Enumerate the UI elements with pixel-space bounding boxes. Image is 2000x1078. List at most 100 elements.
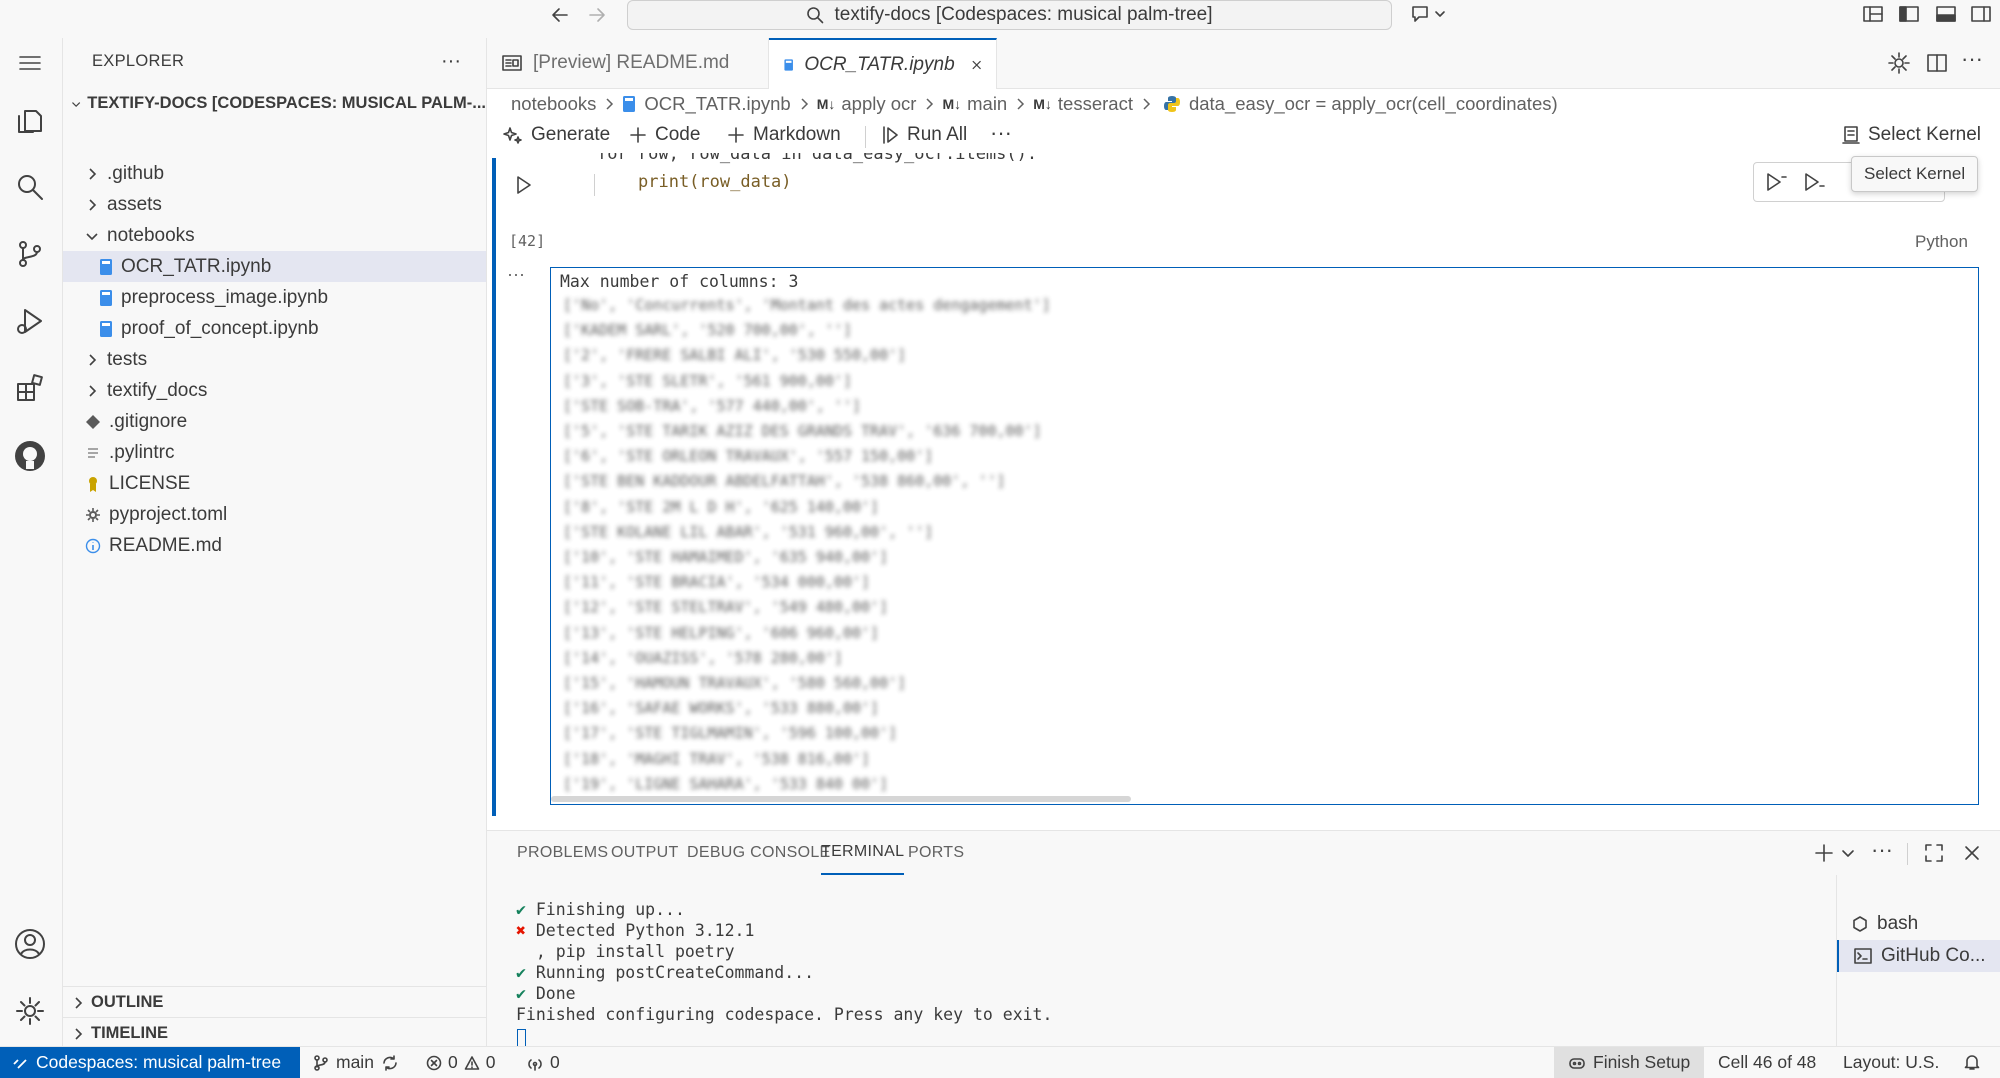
generate-button[interactable]: Generate	[503, 124, 610, 146]
terminal-item-github[interactable]: GitHub Co...	[1837, 940, 2000, 972]
output-line: ['16', 'SAFAE WORKS', '533 880,00']	[563, 699, 880, 718]
github-icon[interactable]	[8, 434, 52, 478]
run-debug-icon[interactable]	[8, 299, 52, 343]
terminal-line: ✖ Detected Python 3.12.1	[516, 920, 1052, 941]
tree-file[interactable]: proof_of_concept.ipynb	[63, 313, 486, 344]
breadcrumb-item[interactable]: M↓ tesseract	[1033, 93, 1133, 115]
chevron-right-icon	[75, 996, 83, 1009]
copilot-icon[interactable]	[1410, 3, 1446, 25]
finish-setup-button[interactable]: Finish Setup	[1554, 1047, 1704, 1078]
tree-folder[interactable]: textify_docs	[63, 375, 486, 406]
split-editor-icon[interactable]	[1925, 51, 1949, 75]
command-center-search[interactable]: textify-docs [Codespaces: musical palm-t…	[627, 0, 1392, 30]
ports-icon	[528, 1058, 542, 1071]
menu-icon[interactable]	[8, 41, 52, 85]
tab-ocr-tatr[interactable]: OCR_TATR.ipynb	[769, 38, 997, 89]
output-line: ['STE SOB-TRA', '577 440,00', '']	[563, 396, 862, 415]
ports-indicator[interactable]: 0	[526, 1047, 560, 1078]
terminal-item-bash[interactable]: bash	[1837, 908, 2000, 940]
output-first-line: Max number of columns: 3	[560, 272, 799, 291]
source-control-icon[interactable]	[8, 232, 52, 276]
horizontal-scrollbar[interactable]	[551, 796, 1131, 802]
warning-icon	[464, 1055, 480, 1070]
cell-language[interactable]: Python	[1915, 232, 1968, 252]
chevron-down-icon[interactable]	[1841, 846, 1855, 860]
panel-tab-terminal[interactable]: TERMINAL	[821, 831, 905, 875]
tree-file[interactable]: .gitignore	[63, 406, 486, 437]
tree-folder[interactable]: tests	[63, 344, 486, 375]
tree-folder[interactable]: notebooks	[63, 220, 486, 251]
cell-position[interactable]: Cell 46 of 48	[1718, 1047, 1816, 1078]
run-all-button[interactable]: Run All	[881, 124, 967, 146]
panel-divider	[1907, 843, 1908, 865]
explorer-icon[interactable]	[8, 98, 52, 142]
execute-above-icon[interactable]	[1764, 171, 1788, 193]
notebook-file-icon	[623, 96, 636, 112]
terminal-output[interactable]: ✔ Finishing up... ✖ Detected Python 3.12.…	[516, 899, 1052, 1025]
tree-file[interactable]: .pylintrc	[63, 437, 486, 468]
sync-icon[interactable]	[381, 1054, 399, 1072]
run-cell-play-icon[interactable]	[513, 174, 533, 196]
breadcrumb-item[interactable]: OCR_TATR.ipynb	[622, 93, 791, 115]
toggle-primary-sidebar-icon[interactable]	[1898, 4, 1920, 24]
more-actions-icon[interactable]: ···	[1961, 46, 1983, 72]
tree-folder[interactable]: assets	[63, 189, 486, 220]
outline-label: OUTLINE	[91, 993, 164, 1011]
breadcrumb-item[interactable]: M↓ main	[942, 93, 1007, 115]
toggle-panel-icon[interactable]	[1935, 4, 1957, 24]
tab-readme-preview[interactable]: [Preview] README.md	[487, 38, 769, 88]
breadcrumb-separator-icon	[1017, 98, 1025, 110]
keyboard-layout[interactable]: Layout: U.S.	[1843, 1047, 1939, 1078]
panel-tab-output[interactable]: OUTPUT	[611, 831, 679, 875]
panel-tab-problems[interactable]: PROBLEMS	[517, 831, 608, 875]
close-panel-icon[interactable]	[1961, 842, 1983, 864]
tree-file[interactable]: LICENSE	[63, 468, 486, 499]
back-arrow-icon[interactable]	[549, 4, 571, 26]
tree-file[interactable]: preprocess_image.ipynb	[63, 282, 486, 313]
close-icon[interactable]	[971, 57, 982, 73]
search-icon[interactable]	[8, 165, 52, 209]
customize-layout-icon[interactable]	[1862, 4, 1884, 24]
tree-folder[interactable]: .github	[63, 158, 486, 189]
add-code-cell-button[interactable]: Code	[629, 124, 700, 146]
terminal-list: bash GitHub Co...	[1836, 875, 2000, 1047]
maximize-panel-icon[interactable]	[1923, 842, 1945, 864]
timeline-section[interactable]: TIMELINE	[63, 1017, 486, 1049]
extensions-icon[interactable]	[8, 366, 52, 410]
notifications-bell-icon[interactable]	[1963, 1053, 1981, 1071]
terminal-text: Finishing up...	[535, 900, 685, 919]
tree-file[interactable]: pyproject.toml	[63, 499, 486, 530]
forward-arrow-icon[interactable]	[586, 4, 608, 26]
new-terminal-plus-icon[interactable]	[1813, 842, 1835, 864]
add-markdown-cell-button[interactable]: Markdown	[727, 124, 841, 146]
problems-indicator[interactable]: 0 0	[426, 1047, 495, 1078]
toggle-secondary-sidebar-icon[interactable]	[1970, 4, 1992, 24]
branch-indicator[interactable]: main	[313, 1047, 399, 1078]
breadcrumb-item[interactable]: notebooks	[511, 93, 596, 115]
tree-item-label: proof_of_concept.ipynb	[121, 317, 319, 339]
panel-more-icon[interactable]: ···	[1871, 837, 1893, 863]
workspace-root[interactable]: TEXTIFY-DOCS [CODESPACES: MUSICAL PALM-.…	[63, 88, 486, 119]
notebook-settings-gear-icon[interactable]	[1887, 51, 1911, 75]
panel-tab-debug-console[interactable]: DEBUG CONSOLE	[687, 831, 831, 875]
notebook-file-icon	[99, 320, 113, 338]
panel-tab-label: PROBLEMS	[517, 844, 609, 861]
panel-tab-ports[interactable]: PORTS	[908, 831, 964, 875]
breadcrumb-item[interactable]: data_easy_ocr = apply_ocr(cell_coordinat…	[1159, 93, 1558, 115]
finish-setup-label: Finish Setup	[1593, 1052, 1691, 1072]
tree-file[interactable]: OCR_TATR.ipynb	[63, 251, 486, 282]
manage-gear-icon[interactable]	[8, 989, 52, 1033]
execute-below-icon[interactable]	[1802, 171, 1826, 193]
breadcrumb-item[interactable]: M↓ apply ocr	[817, 93, 917, 115]
remote-label: Codespaces: musical palm-tree	[36, 1052, 282, 1072]
output-more-icon[interactable]: ···	[507, 264, 525, 285]
outline-section[interactable]: OUTLINE	[63, 986, 486, 1018]
toolbar-more-icon[interactable]: ···	[990, 120, 1012, 146]
accounts-icon[interactable]	[8, 922, 52, 966]
select-kernel-button[interactable]: Select Kernel	[1842, 124, 1981, 146]
more-actions-icon[interactable]: ···	[441, 50, 461, 73]
output-line: ['5', 'STE TARIK AZIZ DES GRANDS TRAV', …	[563, 422, 1042, 440]
remote-indicator[interactable]: Codespaces: musical palm-tree	[0, 1047, 300, 1078]
branch-label: main	[336, 1052, 374, 1072]
tree-file[interactable]: README.md	[63, 530, 486, 561]
